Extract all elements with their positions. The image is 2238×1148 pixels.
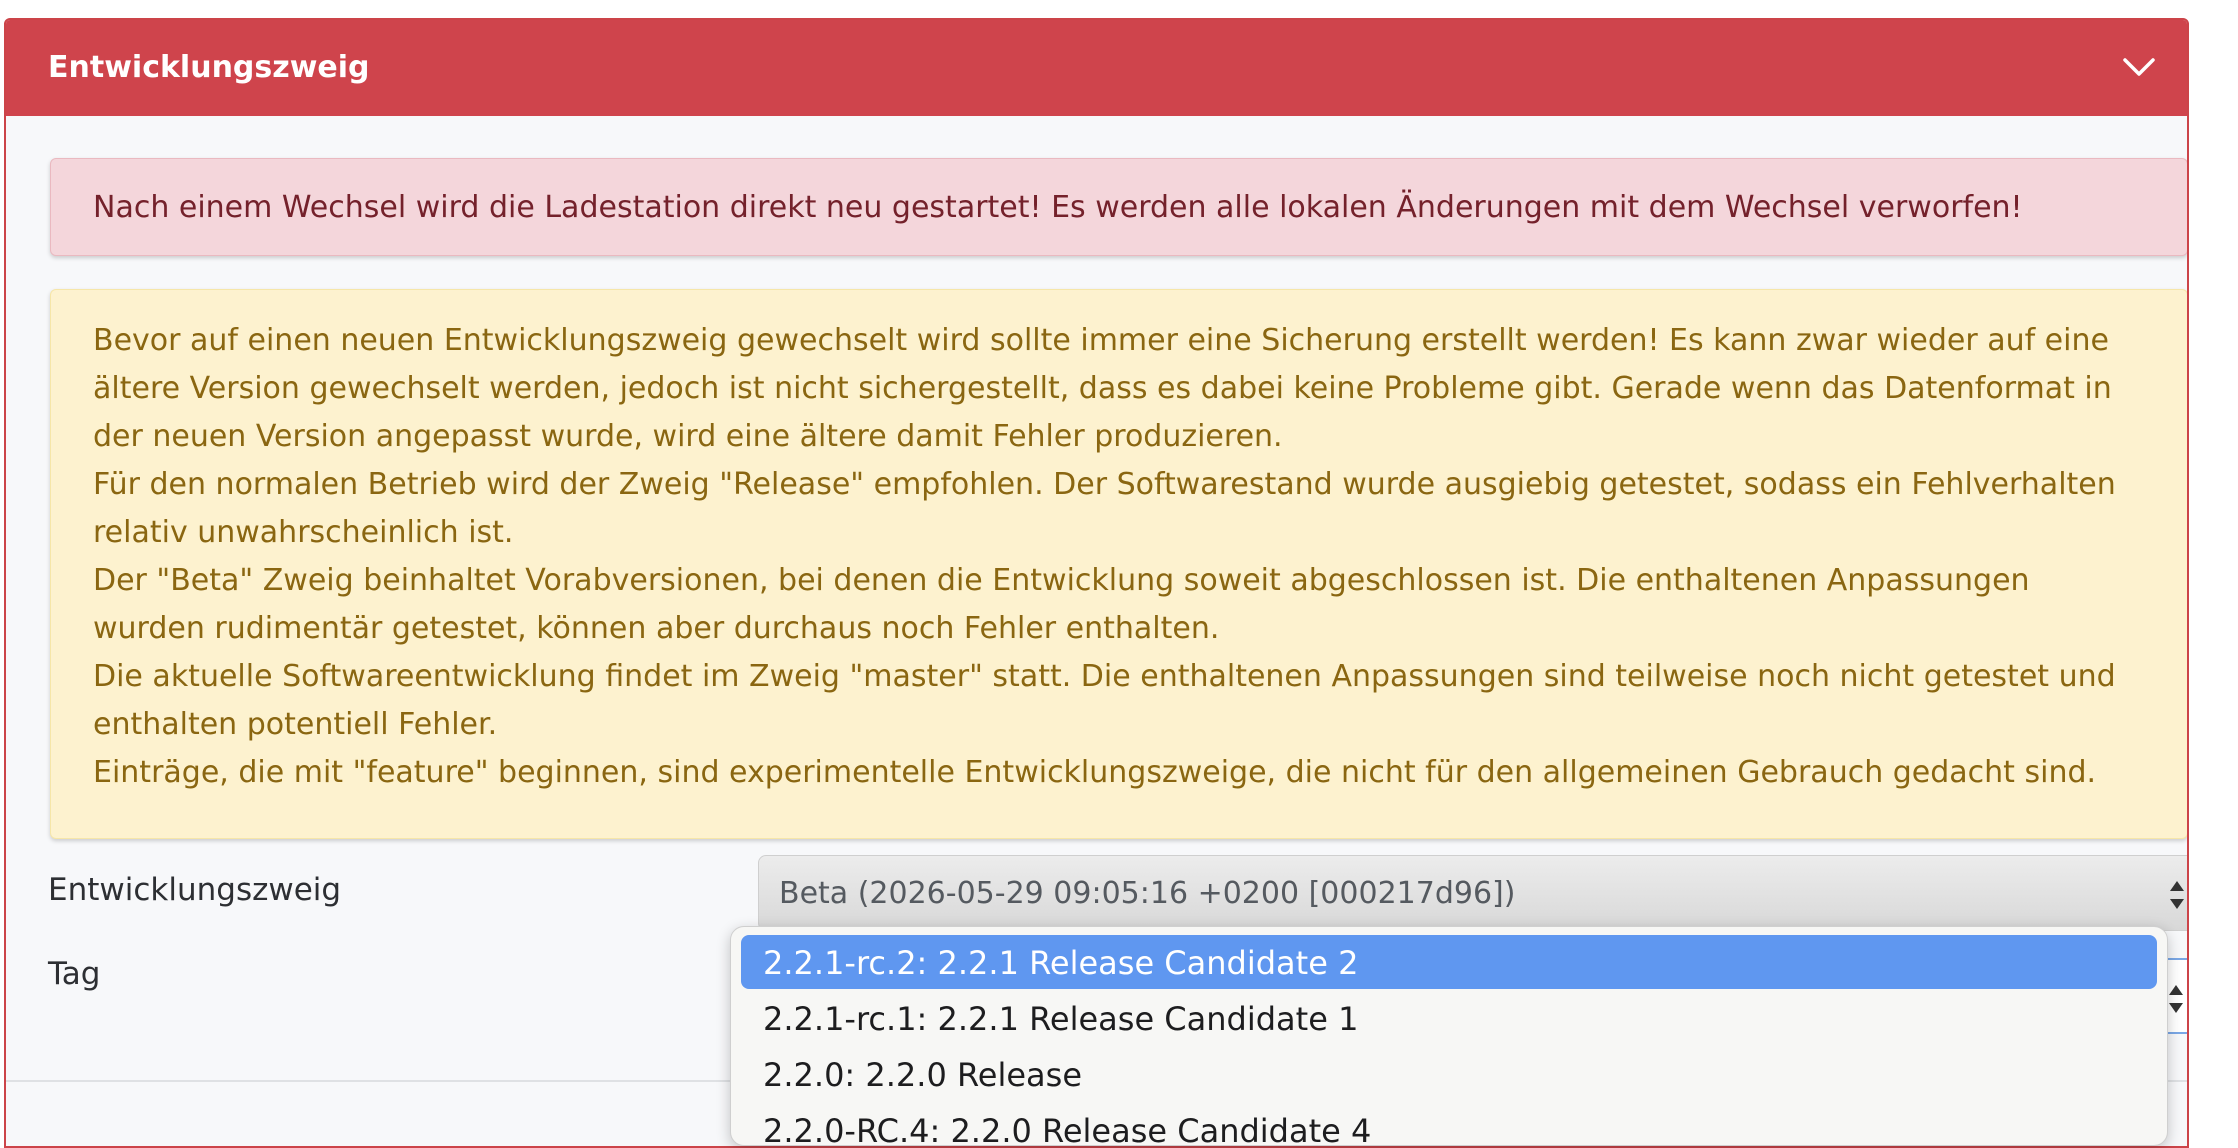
- branch-select-value: Beta (2026-05-29 09:05:16 +0200 [000217d…: [779, 876, 1516, 911]
- branch-select[interactable]: Beta (2026-05-29 09:05:16 +0200 [000217d…: [758, 855, 2187, 931]
- branch-info-alert: Bevor auf einen neuen Entwicklungszweig …: [50, 289, 2187, 839]
- select-arrows-icon: [2169, 985, 2183, 1013]
- select-arrows-icon: [2170, 881, 2184, 909]
- tag-option[interactable]: 2.2.0: 2.2.0 Release: [741, 1047, 2157, 1101]
- tag-option[interactable]: 2.2.1-rc.1: 2.2.1 Release Candidate 1: [741, 991, 2157, 1045]
- info-paragraph-master: Die aktuelle Softwareentwicklung findet …: [93, 659, 2116, 742]
- chevron-down-icon[interactable]: [2119, 46, 2159, 86]
- tag-label: Tag: [48, 956, 101, 992]
- tag-dropdown-list[interactable]: 2.2.1-rc.2: 2.2.1 Release Candidate 2 2.…: [730, 926, 2168, 1146]
- info-paragraph-backup: Bevor auf einen neuen Entwicklungszweig …: [93, 323, 2112, 454]
- branch-label: Entwicklungszweig: [48, 872, 342, 908]
- restart-warning-alert: Nach einem Wechsel wird die Ladestation …: [50, 158, 2187, 256]
- info-paragraph-release: Für den normalen Betrieb wird der Zweig …: [93, 467, 2116, 550]
- info-paragraph-feature: Einträge, die mit "feature" beginnen, si…: [93, 755, 2097, 790]
- card-header[interactable]: Entwicklungszweig: [6, 20, 2187, 116]
- tag-option[interactable]: 2.2.0-RC.4: 2.2.0 Release Candidate 4: [741, 1103, 2157, 1145]
- restart-warning-text: Nach einem Wechsel wird die Ladestation …: [93, 190, 2023, 225]
- card-title: Entwicklungszweig: [48, 50, 370, 85]
- tag-option[interactable]: 2.2.1-rc.2: 2.2.1 Release Candidate 2: [741, 935, 2157, 989]
- info-paragraph-beta: Der "Beta" Zweig beinhaltet Vorabversion…: [93, 563, 2030, 646]
